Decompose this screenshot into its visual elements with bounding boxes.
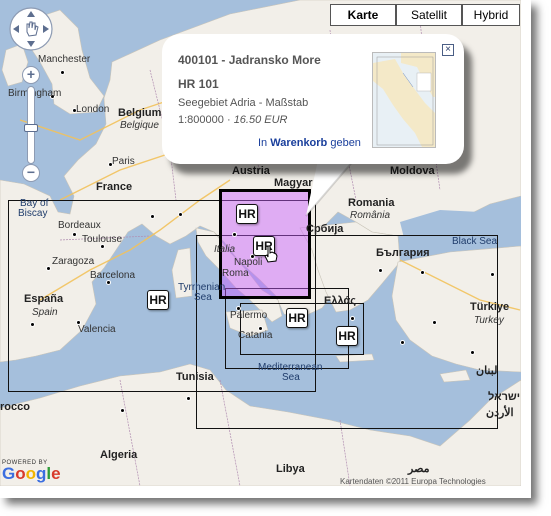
zoom-slider-handle[interactable] bbox=[24, 124, 38, 132]
pan-control[interactable] bbox=[8, 6, 54, 52]
country-label: Austria bbox=[232, 165, 270, 177]
map-canvas[interactable]: France Italia España Spain Belgium Belgi… bbox=[0, 0, 521, 486]
city-label: Palermo bbox=[230, 310, 268, 321]
country-label: France bbox=[96, 181, 133, 193]
city-label: Manchester bbox=[38, 54, 91, 65]
map-type-satellit-button[interactable]: Satellit bbox=[396, 4, 462, 26]
popup-tail bbox=[305, 160, 355, 217]
city-label: Napoli bbox=[234, 257, 263, 268]
hr-chart-marker[interactable]: HR bbox=[286, 308, 308, 328]
city-dot bbox=[470, 350, 475, 355]
city-dot bbox=[60, 70, 65, 75]
popup-scale: 1:800000 bbox=[178, 114, 224, 126]
city-dot bbox=[120, 408, 125, 413]
country-label: España bbox=[24, 293, 64, 305]
hr-chart-marker[interactable]: HR bbox=[147, 290, 169, 310]
city-dot bbox=[150, 214, 155, 219]
city-dot bbox=[178, 212, 183, 217]
zoom-in-button[interactable]: + bbox=[22, 66, 40, 84]
city-dot bbox=[72, 232, 77, 237]
city-label: Roma bbox=[222, 268, 249, 279]
city-dot bbox=[186, 396, 191, 401]
sea-label: Sea bbox=[282, 372, 300, 383]
city-label: Zaragoza bbox=[52, 256, 95, 267]
map-type-karte-button[interactable]: Karte bbox=[330, 4, 396, 26]
hr-chart-marker[interactable]: HR bbox=[336, 326, 358, 346]
country-label: لبنان bbox=[476, 365, 498, 377]
chart-info-window: 400101 - Jadransko More HR 101 Seegebiet… bbox=[162, 34, 464, 164]
country-label: الأردن bbox=[486, 407, 514, 419]
city-dot bbox=[232, 232, 237, 237]
map-type-hybrid-button[interactable]: Hybrid bbox=[462, 4, 520, 26]
country-label: Algeria bbox=[100, 449, 138, 461]
google-wordmark: Google bbox=[2, 464, 61, 483]
popup-chart-code: HR 101 bbox=[178, 77, 219, 91]
country-label: مصر bbox=[408, 463, 430, 475]
country-label: rocco bbox=[0, 401, 30, 413]
city-dot bbox=[350, 316, 355, 321]
zoom-control[interactable]: + − bbox=[22, 66, 42, 182]
country-label: Србија bbox=[306, 223, 344, 235]
city-dot bbox=[46, 266, 51, 271]
popup-separator: · bbox=[226, 114, 234, 126]
country-label: Belgium bbox=[118, 107, 162, 119]
chart-thumbnail-image bbox=[373, 53, 435, 147]
country-label: Tunisia bbox=[176, 371, 214, 383]
popup-description: Seegebiet Adria - Maßstab bbox=[178, 97, 309, 109]
city-dot bbox=[378, 268, 383, 273]
country-label-local: Turkey bbox=[474, 315, 504, 326]
sea-label: Black Sea bbox=[452, 236, 498, 247]
city-label: Valencia bbox=[78, 324, 116, 335]
city-label: Bordeaux bbox=[58, 220, 101, 231]
cart-suffix: geben bbox=[327, 137, 361, 149]
add-to-cart-link[interactable]: In Warenkorb geben bbox=[258, 137, 361, 149]
country-label: ישראל bbox=[488, 391, 521, 403]
city-label: Catania bbox=[238, 330, 273, 341]
city-label: Toulouse bbox=[82, 234, 123, 245]
country-label: Moldova bbox=[390, 165, 435, 177]
country-label: Türkiye bbox=[470, 301, 510, 313]
country-label-local: Spain bbox=[32, 307, 58, 318]
country-label-local: Belgique bbox=[120, 120, 159, 131]
cart-link-text[interactable]: Warenkorb bbox=[270, 137, 327, 149]
close-icon[interactable]: × bbox=[442, 44, 454, 56]
country-label-local: Italia bbox=[214, 244, 236, 255]
hr-chart-marker[interactable]: HR bbox=[236, 204, 258, 224]
city-label: Barcelona bbox=[90, 270, 136, 281]
popup-scale-price: 1:800000 · 16.50 EUR bbox=[178, 114, 288, 126]
chart-thumbnail[interactable] bbox=[372, 52, 436, 148]
city-label: Paris bbox=[112, 156, 135, 167]
cart-prefix: In bbox=[258, 137, 271, 149]
sea-label: Sea bbox=[194, 292, 212, 303]
country-label: България bbox=[376, 247, 430, 259]
map-data-credit[interactable]: Kartendaten ©2011 Europa Technologies bbox=[340, 477, 486, 486]
sea-label: Biscay bbox=[18, 208, 48, 219]
hand-cursor-icon bbox=[264, 245, 278, 263]
city-dot bbox=[432, 320, 437, 325]
popup-price: 16.50 EUR bbox=[233, 114, 288, 126]
city-dot bbox=[420, 270, 425, 275]
city-label: London bbox=[76, 104, 110, 115]
google-logo[interactable]: POWERED BY Google bbox=[2, 460, 61, 482]
popup-title: 400101 - Jadransko More bbox=[178, 53, 321, 67]
country-label: Libya bbox=[276, 463, 305, 475]
city-dot bbox=[490, 272, 495, 277]
city-dot bbox=[400, 340, 405, 345]
country-label: Ελλάς bbox=[324, 295, 356, 307]
city-dot bbox=[30, 322, 35, 327]
zoom-out-button[interactable]: − bbox=[22, 164, 40, 182]
